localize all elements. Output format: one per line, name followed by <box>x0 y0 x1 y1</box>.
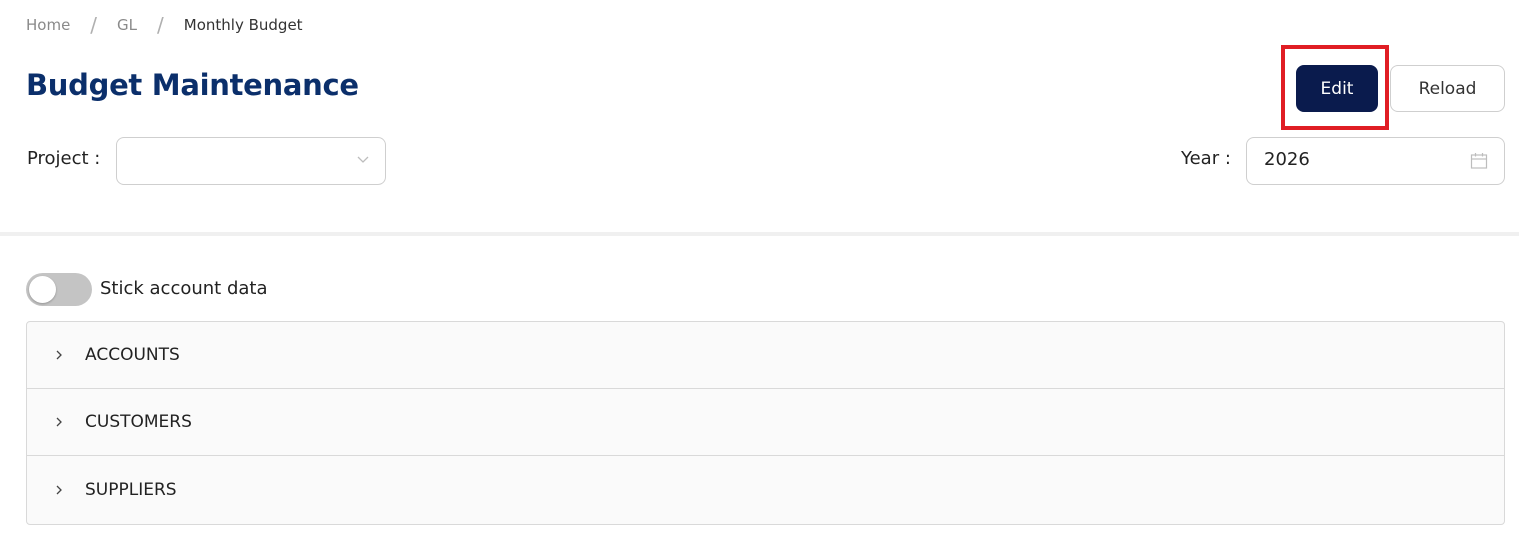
breadcrumb-monthly-budget: Monthly Budget <box>183 16 303 34</box>
toggle-knob <box>29 276 56 303</box>
year-picker[interactable]: 2026 <box>1246 137 1505 185</box>
category-collapse: ACCOUNTS CUSTOMERS SUPPLIERS <box>26 321 1505 525</box>
panel-label: SUPPLIERS <box>85 479 177 500</box>
chevron-right-icon <box>56 417 62 427</box>
project-select[interactable] <box>116 137 386 185</box>
reload-button[interactable]: Reload <box>1390 65 1505 112</box>
chevron-down-icon <box>357 156 369 163</box>
year-label: Year : <box>1181 148 1231 169</box>
page-title: Budget Maintenance <box>26 68 359 102</box>
project-label: Project : <box>27 148 101 169</box>
breadcrumb-separator: / <box>157 13 164 37</box>
breadcrumb: Home / GL / Monthly Budget <box>26 13 303 37</box>
section-divider <box>0 232 1519 236</box>
calendar-icon <box>1470 153 1488 169</box>
panel-label: ACCOUNTS <box>85 345 180 365</box>
breadcrumb-home[interactable]: Home <box>26 16 70 34</box>
chevron-right-icon <box>56 350 62 360</box>
edit-button[interactable]: Edit <box>1296 65 1378 112</box>
panel-label: CUSTOMERS <box>85 412 192 432</box>
panel-customers[interactable]: CUSTOMERS <box>27 389 1504 456</box>
panel-suppliers[interactable]: SUPPLIERS <box>27 456 1504 523</box>
breadcrumb-separator: / <box>90 13 98 37</box>
stick-account-data-toggle[interactable] <box>26 273 92 306</box>
panel-accounts[interactable]: ACCOUNTS <box>27 322 1504 389</box>
stick-account-data-label: Stick account data <box>100 278 268 299</box>
breadcrumb-gl[interactable]: GL <box>117 16 137 34</box>
year-value: 2026 <box>1264 149 1310 170</box>
chevron-right-icon <box>56 485 62 494</box>
